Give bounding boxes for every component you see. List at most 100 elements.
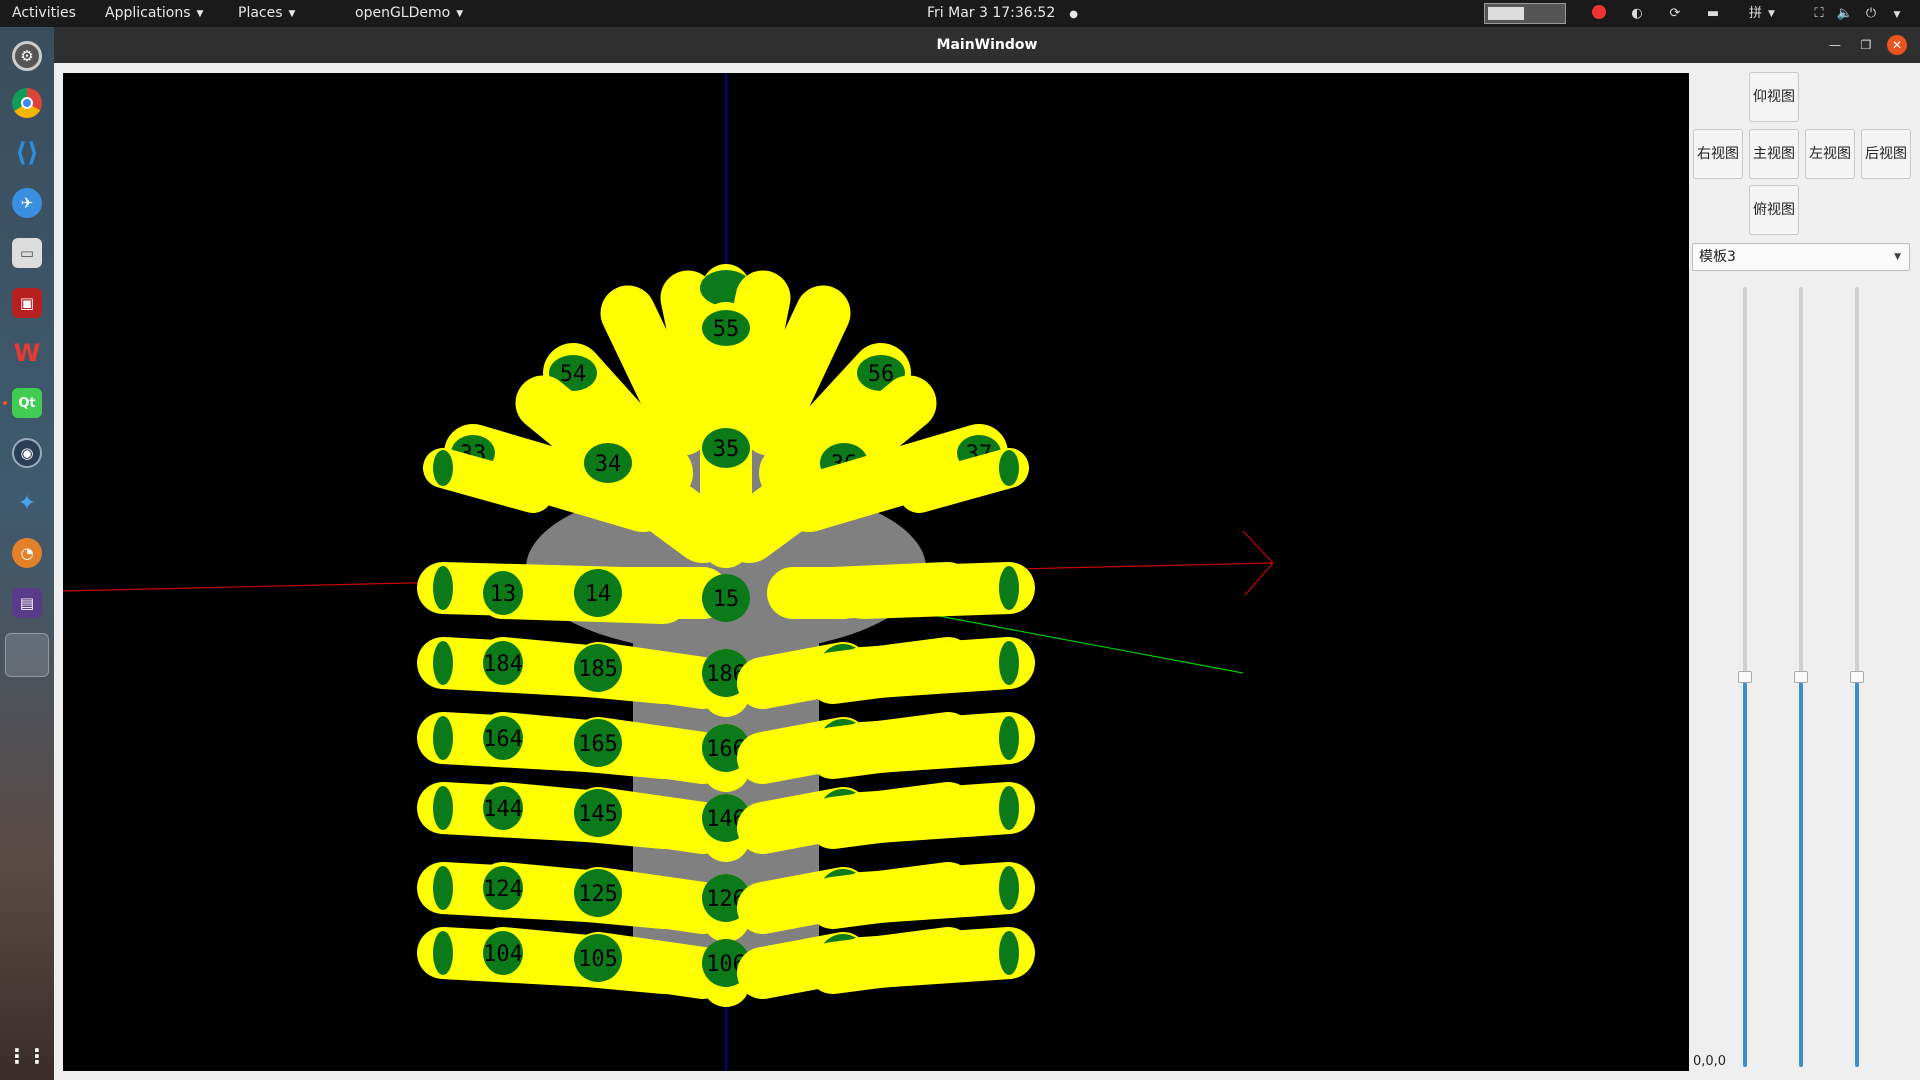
right-view-button[interactable]: 右视图: [1693, 129, 1743, 179]
cylinder-cap: [433, 641, 453, 685]
chevron-down-icon: ▼: [1894, 252, 1901, 262]
cylinder: [837, 562, 1035, 619]
close-icon[interactable]: ✕: [1887, 35, 1907, 55]
cylinder-cap: [999, 641, 1019, 685]
cylinder-cap: [999, 931, 1019, 975]
sublime-icon[interactable]: ◔: [12, 538, 42, 568]
cylinder-label: 13: [490, 582, 517, 607]
input-method-label: 拼: [1749, 6, 1763, 21]
slider-fill: [1743, 677, 1747, 1067]
cylinder-label: 165: [578, 732, 618, 757]
slider-fill: [1799, 677, 1803, 1067]
chevron-down-icon: ▼: [196, 9, 204, 19]
applications-label: Applications: [105, 5, 191, 21]
cylinder-label: 145: [578, 802, 618, 827]
template-select[interactable]: 模板3 ▼: [1692, 243, 1910, 271]
slider-z[interactable]: [1850, 287, 1864, 1067]
window-title: MainWindow: [936, 37, 1038, 53]
cylinder-cap: [999, 566, 1019, 610]
cylinder-label: 105: [578, 947, 618, 972]
media-icon[interactable]: ▣: [12, 288, 42, 318]
cylinder-label: 14: [585, 582, 612, 607]
front-view-button[interactable]: 主视图: [1749, 129, 1799, 179]
cylinder: [837, 862, 1035, 924]
do-not-disturb-icon[interactable]: [1588, 0, 1610, 27]
app-icon[interactable]: ✦: [12, 488, 42, 518]
bottom-view-button[interactable]: 仰视图: [1749, 72, 1799, 122]
cylinder-label: 185: [578, 657, 618, 682]
cylinder: [837, 927, 1035, 989]
opengl-viewport[interactable]: 5455563334353637131415161718418518618718…: [63, 73, 1689, 1071]
cylinder-cap: [433, 931, 453, 975]
feishu-icon[interactable]: ✈: [12, 188, 42, 218]
cylinder-cap: [433, 786, 453, 830]
tray-sync-icon[interactable]: ⟳: [1664, 0, 1686, 27]
system-menu-chevron-icon[interactable]: ▼: [1886, 0, 1908, 27]
scene-canvas: 5455563334353637131415161718418518618718…: [63, 73, 1274, 1071]
power-icon[interactable]: ⏻: [1860, 0, 1882, 27]
chevron-down-icon: ▼: [288, 9, 296, 19]
back-view-button[interactable]: 后视图: [1861, 129, 1911, 179]
cylinder-cap: [999, 450, 1019, 486]
activities-button[interactable]: Activities: [12, 0, 76, 27]
vscode-icon[interactable]: ⟨⟩: [12, 138, 42, 168]
volume-icon[interactable]: 🔈: [1834, 0, 1856, 27]
cylinder-label: 55: [713, 317, 740, 342]
running-indicator: [3, 401, 7, 405]
top-bar: Activities Applications ▼ Places ▼ openGLD…: [0, 0, 1920, 27]
cylinder-label: 124: [483, 877, 523, 902]
settings-icon[interactable]: ⚙: [12, 41, 42, 71]
restore-icon[interactable]: ❐: [1856, 35, 1876, 55]
monitor-icon[interactable]: ◉: [12, 438, 42, 468]
left-view-button[interactable]: 左视图: [1805, 129, 1855, 179]
slider-handle[interactable]: [1738, 671, 1752, 683]
files-icon[interactable]: ▭: [12, 238, 42, 268]
cylinder-cap: [999, 866, 1019, 910]
cylinder-label: 164: [483, 727, 523, 752]
template-select-value: 模板3: [1699, 249, 1736, 265]
notification-dot-icon: ●: [1069, 9, 1078, 20]
cylinder: [837, 782, 1035, 844]
title-bar: MainWindow — ❐ ✕: [54, 27, 1920, 63]
chrome-icon[interactable]: [12, 88, 42, 118]
window-icon[interactable]: [5, 633, 49, 677]
wps-icon[interactable]: W: [12, 338, 42, 368]
coordinate-readout: 0,0,0: [1693, 1054, 1727, 1069]
applications-menu[interactable]: Applications ▼: [105, 0, 203, 27]
cylinder-label: 104: [483, 942, 523, 967]
app-menu-label: openGLDemo: [355, 5, 451, 21]
tray-keyboard-icon[interactable]: ▬: [1702, 0, 1724, 27]
cylinder-cap: [433, 716, 453, 760]
slider-handle[interactable]: [1794, 671, 1808, 683]
datetime-label: Fri Mar 3 17:36:52: [927, 5, 1056, 21]
cylinder-label: 35: [713, 437, 740, 462]
chevron-down-icon: ▼: [1768, 9, 1775, 19]
slider-handle[interactable]: [1850, 671, 1864, 683]
main-window: MainWindow — ❐ ✕ 54555633343536371314151…: [54, 27, 1920, 1080]
places-menu[interactable]: Places ▼: [238, 0, 295, 27]
network-icon[interactable]: ⛶: [1808, 0, 1830, 27]
qt-creator-icon[interactable]: Qt: [12, 388, 42, 418]
slider-x[interactable]: [1738, 287, 1752, 1067]
app-grid-icon[interactable]: ⋮⋮: [7, 1041, 47, 1071]
minimize-icon[interactable]: —: [1825, 35, 1845, 55]
clock[interactable]: Fri Mar 3 17:36:52 ●: [927, 0, 1078, 27]
top-view-button[interactable]: 俯视图: [1749, 185, 1799, 235]
tray-app-icon[interactable]: ◐: [1626, 0, 1648, 27]
cylinder-cap: [433, 450, 453, 486]
slider-y[interactable]: [1794, 287, 1808, 1067]
app-menu[interactable]: openGLDemo ▼: [355, 0, 463, 27]
cylinder-cap: [999, 716, 1019, 760]
cylinder-label: 125: [578, 882, 618, 907]
chevron-down-icon: ▼: [456, 9, 464, 19]
cylinder-label: 184: [483, 652, 523, 677]
slider-fill: [1855, 677, 1859, 1067]
cylinder-cap: [433, 866, 453, 910]
cylinder-label: 15: [713, 587, 740, 612]
cylinder-label: 144: [483, 797, 523, 822]
cylinder: [899, 448, 1029, 513]
dock: ⚙ ⟨⟩ ✈ ▭ ▣ W Qt ◉ ✦ ◔ ▤ ⋮⋮: [0, 27, 54, 1080]
input-method-menu[interactable]: 拼 ▼: [1742, 0, 1782, 27]
video-icon[interactable]: ▤: [12, 588, 42, 618]
workspace-indicator[interactable]: [1484, 3, 1566, 24]
